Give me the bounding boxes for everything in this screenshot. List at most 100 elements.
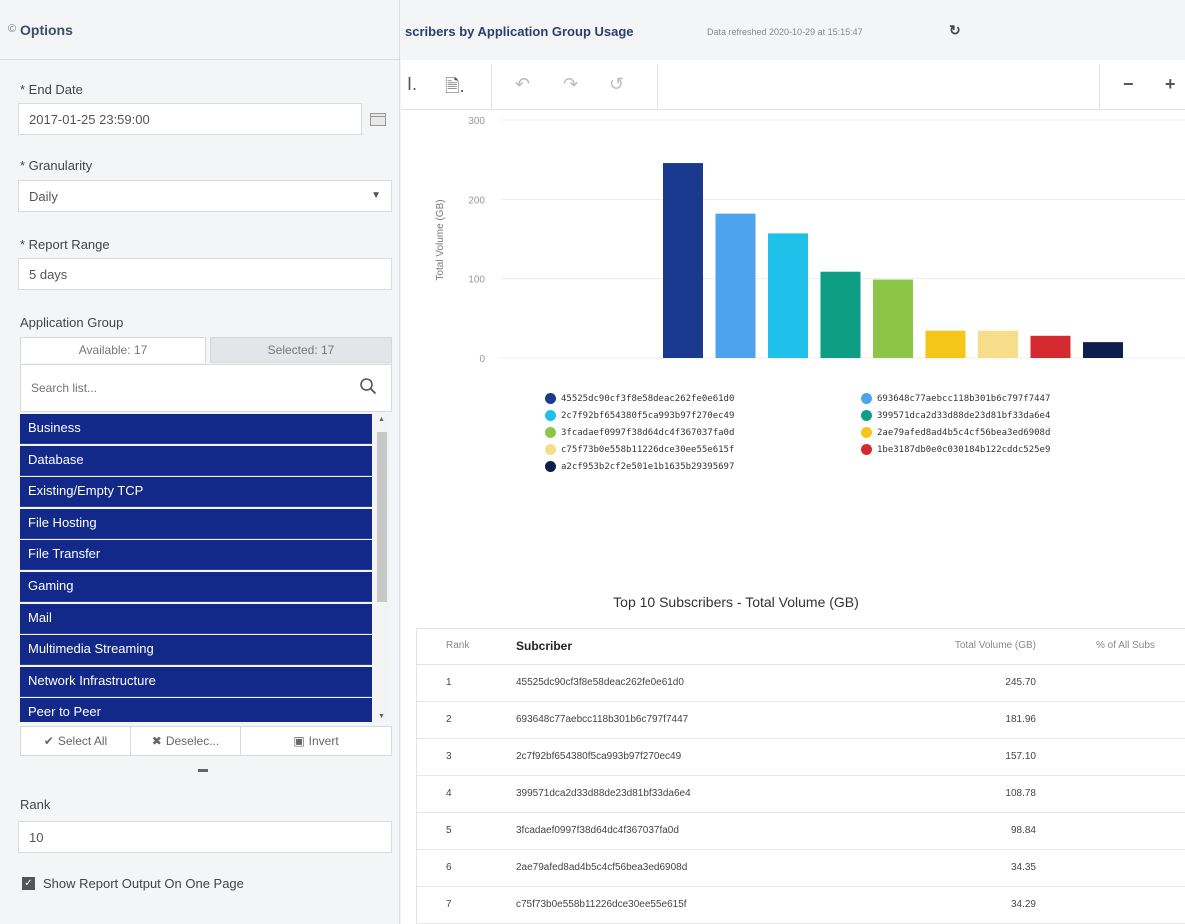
chart-bar[interactable] [820, 271, 861, 358]
end-date-label: * End Date [20, 82, 83, 97]
table-row[interactable]: 2 693648c77aebcc118b301b6c797f7447 181.96 [416, 701, 1185, 739]
redo-icon[interactable]: ↷ [563, 74, 578, 95]
table-row[interactable]: 4 399571dca2d33d88de23d81bf33da6e4 108.78 [416, 775, 1185, 813]
list-scrollbar[interactable]: ▲ ▼ [374, 414, 390, 722]
group-list-item[interactable]: Database [20, 445, 372, 476]
bar-chart: 0 100 200 300 Total Volume (GB) [435, 116, 1185, 365]
subscriber-header[interactable]: Subcriber [501, 628, 881, 665]
legend-item[interactable]: 45525dc90cf3f8e58deac262fe0e61d0 [545, 393, 734, 404]
chart-bar[interactable] [1083, 342, 1123, 358]
splitter-handle[interactable] [198, 769, 208, 772]
group-list-item[interactable]: Existing/Empty TCP [20, 477, 372, 508]
search-input[interactable] [31, 378, 331, 398]
legend-label: 693648c77aebcc118b301b6c797f7447 [877, 393, 1051, 404]
rank-cell: 5 [416, 812, 501, 850]
select-all-button[interactable]: ✔ Select All [21, 727, 131, 755]
legend-item[interactable]: 2c7f92bf654380f5ca993b97f270ec49 [545, 410, 734, 421]
tab-selected[interactable]: Selected: 17 [210, 337, 392, 363]
legend-label: 3fcadaef0997f38d64dc4f367037fa0d [561, 427, 735, 438]
legend-item[interactable]: 3fcadaef0997f38d64dc4f367037fa0d [545, 427, 734, 438]
calendar-icon [370, 112, 386, 126]
reset-icon[interactable]: ↺ [609, 74, 624, 95]
table-row[interactable]: 3 2c7f92bf654380f5ca993b97f270ec49 157.10 [416, 738, 1185, 776]
legend-label: a2cf953b2cf2e501e1b1635b29395697 [561, 461, 735, 472]
pct-cell [1071, 775, 1185, 813]
scroll-thumb[interactable] [377, 432, 387, 602]
options-title[interactable]: Options [8, 22, 73, 38]
checkbox-icon[interactable]: ✓ [22, 877, 35, 890]
toolbar-separator [491, 64, 492, 108]
search-icon[interactable] [359, 377, 377, 395]
table-row[interactable]: 7 c75f73b0e558b11226dce30ee55e615f 34.29 [416, 886, 1185, 924]
volume-cell: 181.96 [881, 701, 1071, 739]
y-axis-label: Total Volume (GB) [435, 199, 446, 280]
group-list-item[interactable]: Gaming [20, 571, 372, 602]
scroll-down-icon[interactable]: ▼ [378, 713, 385, 720]
legend-item[interactable]: 1be3187db0e0c030184b122cddc525e9 [861, 444, 1050, 455]
rank-cell: 2 [416, 701, 501, 739]
subscriber-cell: 693648c77aebcc118b301b6c797f7447 [501, 701, 881, 739]
volume-header[interactable]: Total Volume (GB) [881, 628, 1071, 665]
group-list-item[interactable]: Network Infrastructure [20, 666, 372, 697]
table-row[interactable]: 5 3fcadaef0997f38d64dc4f367037fa0d 98.84 [416, 812, 1185, 850]
column-menu-icon[interactable]: I. [407, 74, 417, 95]
calendar-button[interactable] [363, 104, 393, 134]
legend-swatch [861, 410, 872, 421]
list-actions: ✔ Select All ✖ Deselec... ▣ Invert [20, 726, 392, 756]
table-header-row: Rank Subcriber Total Volume (GB) % of Al… [416, 628, 1185, 665]
invert-button[interactable]: ▣ Invert [241, 727, 391, 755]
chart-bar[interactable] [873, 279, 913, 358]
chart-bar[interactable] [663, 163, 703, 358]
group-list-item[interactable]: Peer to Peer [20, 698, 372, 722]
group-list-item[interactable]: Multimedia Streaming [20, 635, 372, 666]
report-range-field[interactable]: 5 days [18, 258, 392, 290]
chart-bar[interactable] [978, 330, 1018, 358]
pct-header[interactable]: % of All Subs [1071, 628, 1185, 665]
undo-icon[interactable]: ↶ [515, 74, 530, 95]
y-tick-label: 300 [468, 116, 485, 127]
export-icon[interactable]: 🗎. [445, 74, 464, 104]
x-icon: ✖ [151, 734, 162, 748]
end-date-field[interactable]: 2017-01-25 23:59:00 [18, 103, 362, 135]
pct-cell [1071, 738, 1185, 776]
pct-cell [1071, 664, 1185, 702]
legend-item[interactable]: 693648c77aebcc118b301b6c797f7447 [861, 393, 1050, 404]
volume-cell: 157.10 [881, 738, 1071, 776]
chart-bar[interactable] [925, 330, 966, 358]
group-list-item[interactable]: File Transfer [20, 540, 372, 571]
chart-bar[interactable] [715, 213, 756, 358]
chart-bar[interactable] [1030, 335, 1071, 358]
legend-label: 399571dca2d33d88de23d81bf33da6e4 [877, 410, 1051, 421]
show-one-page-checkbox[interactable]: ✓ Show Report Output On One Page [22, 876, 244, 891]
group-list-item[interactable]: Mail [20, 603, 372, 634]
group-list-item[interactable]: Business [20, 414, 372, 444]
rank-field[interactable]: 10 [18, 821, 392, 853]
legend-label: 2ae79afed8ad4b5c4cf56bea3ed6908d [877, 427, 1051, 438]
deselect-button[interactable]: ✖ Deselec... [131, 727, 241, 755]
volume-cell: 245.70 [881, 664, 1071, 702]
legend-item[interactable]: a2cf953b2cf2e501e1b1635b29395697 [545, 461, 734, 472]
legend-item[interactable]: 399571dca2d33d88de23d81bf33da6e4 [861, 410, 1050, 421]
report-title: scribers by Application Group Usage [405, 24, 634, 39]
legend-item[interactable]: 2ae79afed8ad4b5c4cf56bea3ed6908d [861, 427, 1050, 438]
group-list-item[interactable]: File Hosting [20, 508, 372, 539]
table-row[interactable]: 6 2ae79afed8ad4b5c4cf56bea3ed6908d 34.35 [416, 849, 1185, 887]
legend-item[interactable]: c75f73b0e558b11226dce30ee55e615f [545, 444, 734, 455]
legend-swatch [545, 461, 556, 472]
check-icon: ✔ [43, 734, 54, 748]
legend-label: 45525dc90cf3f8e58deac262fe0e61d0 [561, 393, 735, 404]
refresh-icon[interactable]: ↻ [949, 22, 961, 39]
table-row[interactable]: 1 45525dc90cf3f8e58deac262fe0e61d0 245.70 [416, 664, 1185, 702]
legend-swatch [861, 427, 872, 438]
granularity-select[interactable]: Daily ▼ [18, 180, 392, 212]
zoom-in-icon[interactable]: + [1165, 74, 1176, 95]
chart-bar[interactable] [768, 233, 808, 358]
scroll-up-icon[interactable]: ▲ [378, 416, 385, 423]
pct-cell [1071, 812, 1185, 850]
zoom-out-icon[interactable]: − [1123, 74, 1134, 95]
rank-header[interactable]: Rank [416, 628, 501, 665]
subscriber-cell: 399571dca2d33d88de23d81bf33da6e4 [501, 775, 881, 813]
granularity-label: * Granularity [20, 158, 93, 173]
toolbar-separator [657, 64, 658, 108]
tab-available[interactable]: Available: 17 [20, 337, 206, 363]
